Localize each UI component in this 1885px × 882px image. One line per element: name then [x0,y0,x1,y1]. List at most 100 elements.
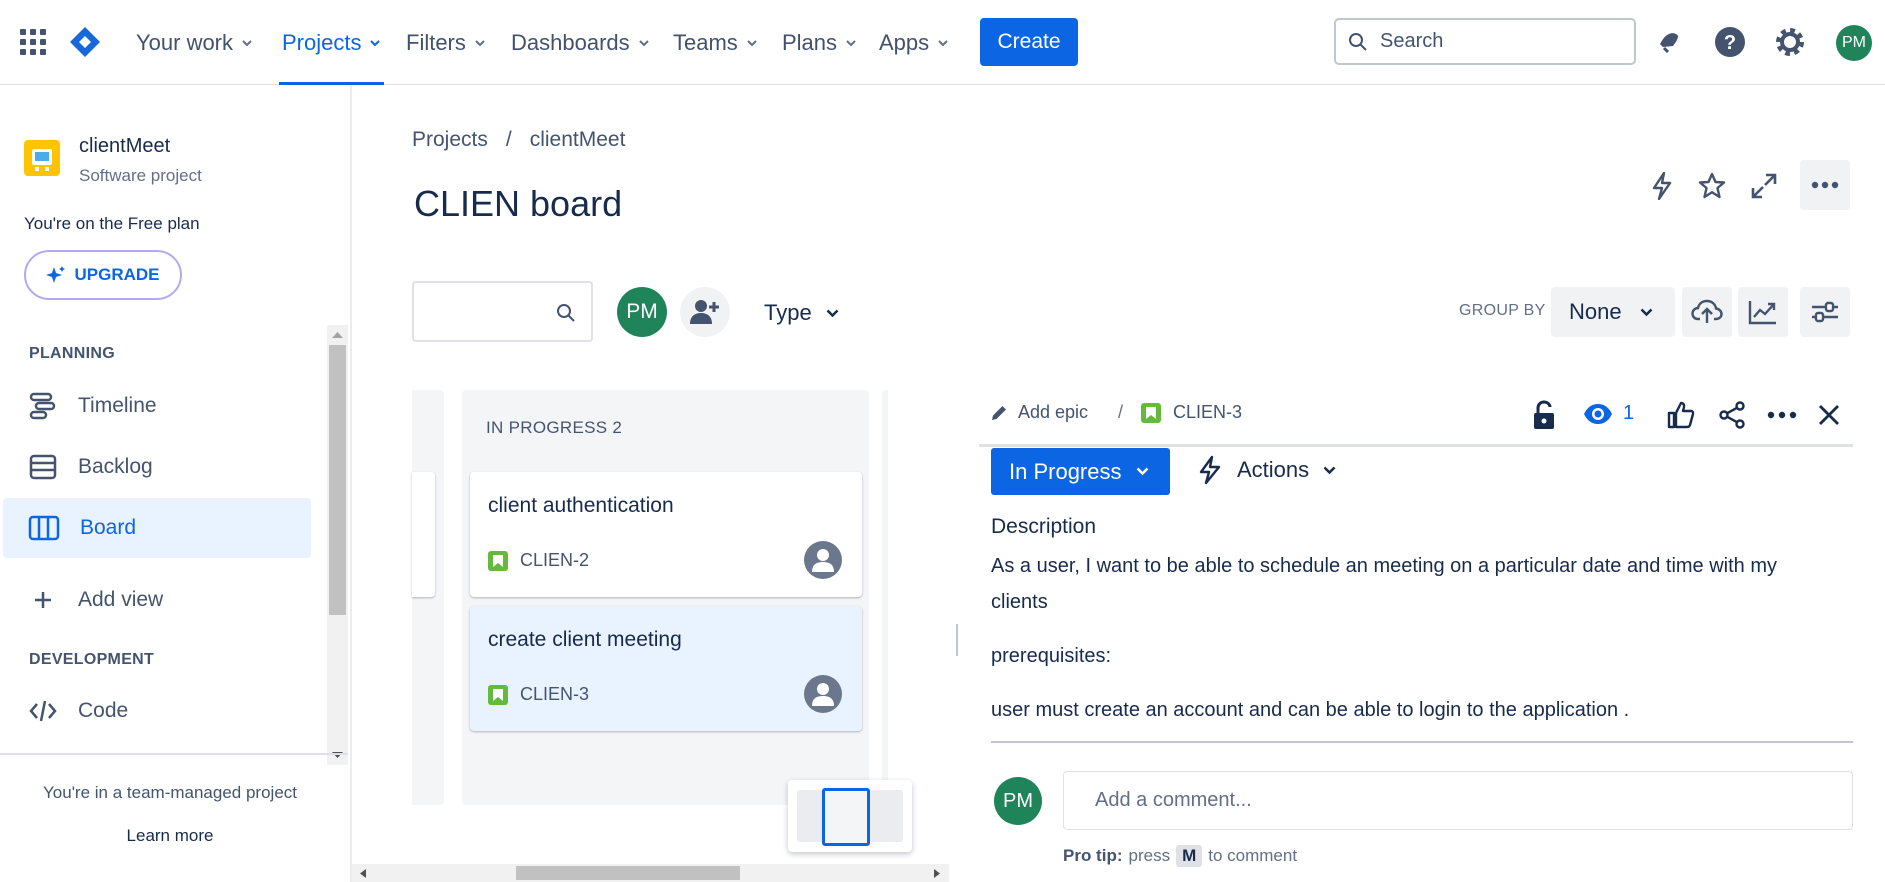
chevron-down-icon [846,39,856,46]
search-input[interactable] [1380,30,1620,53]
notifications-icon[interactable] [1654,27,1684,62]
unassigned-avatar-icon[interactable] [804,541,842,579]
learn-more-link[interactable]: Learn more [0,826,340,846]
status-label: In Progress [1009,458,1122,484]
chevron-down-icon [1136,467,1148,476]
search-field[interactable] [1334,18,1636,65]
group-by-dropdown[interactable]: None [1551,287,1675,337]
board-minimap[interactable] [788,780,912,852]
breadcrumb-project[interactable]: clientMeet [530,128,626,152]
planning-heading: PLANNING [29,345,115,362]
prerequisites-text[interactable]: user must create an account and can be a… [991,692,1629,728]
upload-button[interactable] [1682,287,1732,337]
chevron-down-icon [938,39,948,46]
nav-filters[interactable]: Filters [406,0,486,85]
issue-more-icon[interactable] [1764,398,1800,432]
automation-icon[interactable] [1640,164,1684,208]
prerequisites-label[interactable]: prerequisites: [991,638,1111,674]
eye-icon [1584,403,1612,424]
insights-button[interactable] [1738,287,1788,337]
issue-key-link[interactable]: CLIEN-3 [1141,402,1242,423]
description-line-1[interactable]: As a user, I want to be able to schedule… [991,548,1777,584]
sidebar-item-timeline[interactable]: Timeline [3,376,311,436]
board-column-in-progress: IN PROGRESS 2 client authentication CLIE… [462,390,869,805]
type-filter-label: Type [764,300,812,325]
jira-logo-icon[interactable] [68,25,102,64]
unassigned-avatar-icon[interactable] [804,675,842,713]
pro-tip-press: press [1128,846,1171,865]
team-managed-text: You're in a team-managed project [43,783,297,802]
add-epic-link[interactable]: Add epic [990,402,1088,423]
sidebar-item-board[interactable]: Board [3,498,311,558]
nav-plans[interactable]: Plans [782,0,857,85]
sidebar-item-backlog[interactable]: Backlog [3,437,311,497]
board-card[interactable]: client authentication CLIEN-2 [470,472,862,597]
nav-your-work[interactable]: Your work [136,0,253,85]
scroll-up-icon[interactable] [332,331,343,339]
project-avatar-icon[interactable] [24,140,60,176]
scroll-left-icon[interactable] [360,869,367,878]
plus-icon [35,592,51,608]
chevron-down-icon [370,39,381,46]
nav-projects[interactable]: Projects [279,0,385,85]
watch-button[interactable]: 1 [1583,402,1634,425]
nav-dashboards[interactable]: Dashboards [511,0,650,85]
partial-card[interactable] [412,472,435,597]
help-icon[interactable]: ? [1714,26,1746,63]
share-icon[interactable] [1716,398,1748,432]
comment-input[interactable]: Add a comment... [1063,771,1853,830]
sidebar-item-code[interactable]: Code [3,681,311,741]
thumbs-up-icon[interactable] [1665,398,1697,432]
user-avatar[interactable]: PM [1836,25,1872,61]
card-key: CLIEN-2 [520,550,590,570]
nav-apps-label: Apps [879,29,930,55]
status-dropdown[interactable]: In Progress [991,448,1170,495]
pro-tip: Pro tip: press M to comment [1063,845,1297,867]
settings-gear-icon[interactable] [1774,26,1806,63]
timeline-icon [29,392,56,420]
add-epic-label: Add epic [1018,402,1089,422]
chevron-down-icon [747,39,757,46]
nav-plans-label: Plans [782,29,838,55]
add-view-button[interactable]: Add view [3,570,311,630]
lock-icon[interactable] [1528,398,1560,432]
more-options-button[interactable] [1800,160,1850,210]
type-filter-dropdown[interactable]: Type [764,300,839,326]
svg-text:?: ? [1724,32,1736,54]
group-by-label: GROUP BY [1459,302,1546,319]
filter-user-avatar[interactable]: PM [617,287,667,337]
nav-apps[interactable]: Apps [879,0,949,85]
sidebar-scrollbar[interactable] [327,325,348,765]
breadcrumb-projects[interactable]: Projects [412,128,488,152]
actions-dropdown[interactable]: Actions [1197,455,1336,485]
nav-teams[interactable]: Teams [673,0,758,85]
view-settings-button[interactable] [1800,287,1850,337]
close-icon[interactable] [1812,398,1846,432]
issue-key: CLIEN-3 [1173,402,1243,422]
nav-teams-label: Teams [673,29,738,55]
panel-resize-handle[interactable] [956,624,958,656]
issue-breadcrumb-separator: / [1118,402,1124,422]
create-button[interactable]: Create [980,18,1078,66]
star-icon[interactable] [1690,164,1734,208]
backlog-icon [29,454,57,480]
board-card-selected[interactable]: create client meeting CLIEN-3 [470,606,862,731]
card-key-row: CLIEN-3 [488,684,589,705]
nav-filters-label: Filters [406,29,466,55]
minimap-viewport[interactable] [822,788,870,846]
app-switcher-icon[interactable] [20,29,46,60]
sidebar-item-label: Board [80,516,137,539]
pro-tip-key: M [1176,845,1203,867]
board-horizontal-scrollbar[interactable] [352,864,949,882]
chevron-down-icon [475,39,485,46]
scroll-right-icon[interactable] [933,869,940,878]
horizontal-scroll-thumb[interactable] [516,866,740,880]
upgrade-button[interactable]: UPGRADE [24,250,182,300]
board-search-input[interactable] [412,281,593,342]
add-people-button[interactable] [680,287,730,337]
description-line-2[interactable]: clients [991,584,1048,620]
project-name[interactable]: clientMeet [79,135,170,158]
sidebar-scroll-thumb[interactable] [329,345,346,615]
breadcrumb: Projects / clientMeet [412,128,625,152]
expand-icon[interactable] [1742,164,1786,208]
